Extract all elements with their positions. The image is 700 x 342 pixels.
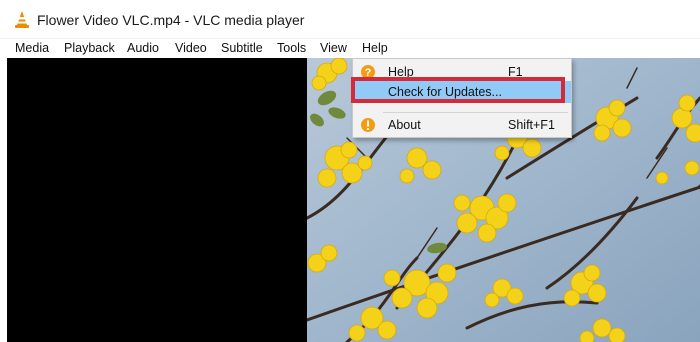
check-for-updates-label: Check for Updates... <box>388 85 502 99</box>
help-shortcut: F1 <box>508 65 523 79</box>
about-shortcut: Shift+F1 <box>508 118 555 132</box>
menu-help[interactable]: Help <box>362 41 388 55</box>
menu-video[interactable]: Video <box>175 41 207 55</box>
title-bar: Flower Video VLC.mp4 - VLC media player <box>0 0 700 38</box>
menu-view[interactable]: View <box>320 41 347 55</box>
menu-playback[interactable]: Playback <box>64 41 115 55</box>
video-black-region <box>7 58 307 342</box>
vlc-cone-icon <box>15 11 29 28</box>
menu-item-check-for-updates[interactable]: Check for Updates... <box>353 81 571 103</box>
menu-item-help[interactable]: ? Help F1 <box>353 61 571 83</box>
window-title: Flower Video VLC.mp4 - VLC media player <box>37 12 305 28</box>
menu-item-about[interactable]: About Shift+F1 <box>353 114 571 136</box>
about-label: About <box>388 118 421 132</box>
menu-separator <box>383 112 568 113</box>
info-icon <box>361 118 375 132</box>
menu-tools[interactable]: Tools <box>277 41 306 55</box>
menu-media[interactable]: Media <box>15 41 49 55</box>
menu-subtitle[interactable]: Subtitle <box>221 41 263 55</box>
help-label: Help <box>388 65 414 79</box>
help-menu-dropdown: ? Help F1 Check for Updates... About Shi… <box>352 58 572 138</box>
svg-text:?: ? <box>365 67 372 79</box>
menu-audio[interactable]: Audio <box>127 41 159 55</box>
help-question-icon: ? <box>361 65 375 79</box>
menu-bar: Media Playback Audio Video Subtitle Tool… <box>0 38 700 59</box>
